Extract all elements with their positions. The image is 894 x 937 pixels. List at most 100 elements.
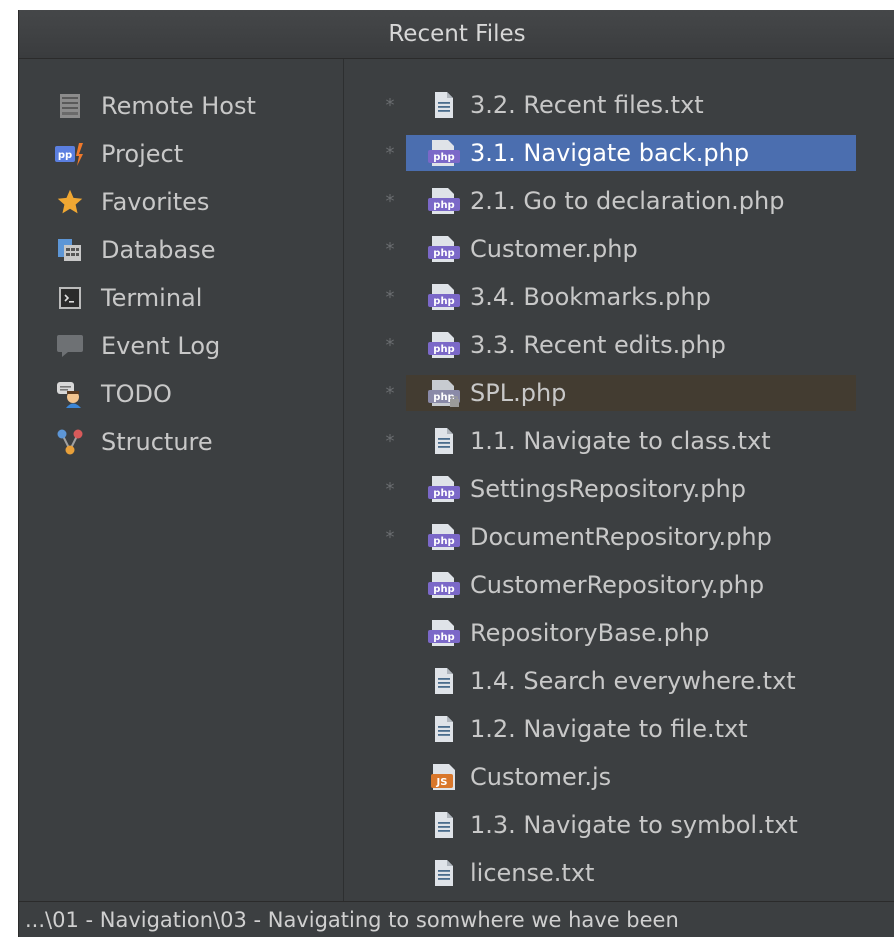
recent-files-list: * * * * * * * * * * 3.2. Recent files.tx… <box>344 59 894 901</box>
php-file-icon: php <box>428 233 460 265</box>
file-name: 1.4. Search everywhere.txt <box>470 667 796 695</box>
file-row[interactable]: php RepositoryBase.php <box>406 615 856 651</box>
php-file-icon: php <box>428 281 460 313</box>
svg-text:php: php <box>433 152 454 163</box>
modified-marker: * <box>385 478 395 500</box>
database-icon <box>55 235 85 265</box>
modified-marker: * <box>385 142 395 164</box>
file-name: license.txt <box>470 859 595 887</box>
text-file-icon <box>428 89 460 121</box>
server-icon <box>55 91 85 121</box>
svg-text:php: php <box>433 296 454 307</box>
popup-title: Recent Files <box>388 21 526 47</box>
tool-window-structure[interactable]: Structure <box>55 423 213 461</box>
tool-window-database[interactable]: Database <box>55 231 216 269</box>
status-path-bar: ...\01 - Navigation\03 - Navigating to s… <box>19 901 894 937</box>
file-name: 1.3. Navigate to symbol.txt <box>470 811 798 839</box>
tool-windows-panel: Remote Host pp Project Favorites Databas… <box>19 59 343 901</box>
php-file-icon: php <box>428 617 460 649</box>
file-name: Customer.js <box>470 763 612 791</box>
file-name: DocumentRepository.php <box>470 523 772 551</box>
text-file-icon <box>428 713 460 745</box>
svg-text:php: php <box>433 488 454 499</box>
file-row[interactable]: php 3.3. Recent edits.php <box>406 327 856 363</box>
php-library-file-icon: php <box>428 377 460 409</box>
file-row-current[interactable]: php SPL.php <box>406 375 856 411</box>
tool-window-label: Terminal <box>101 284 203 312</box>
file-name: RepositoryBase.php <box>470 619 710 647</box>
modified-marker: * <box>385 190 395 212</box>
php-file-icon: php <box>428 137 460 169</box>
javascript-file-icon: JS <box>428 761 460 793</box>
speech-bubble-icon <box>55 331 85 361</box>
text-file-icon <box>428 665 460 697</box>
svg-text:php: php <box>433 632 454 643</box>
svg-text:php: php <box>433 248 454 259</box>
modified-marker: * <box>385 526 395 548</box>
tool-window-label: Project <box>101 140 184 168</box>
file-row[interactable]: 1.1. Navigate to class.txt <box>406 423 856 459</box>
tool-window-terminal[interactable]: Terminal <box>55 279 202 317</box>
tool-window-remote-host[interactable]: Remote Host <box>55 87 256 125</box>
svg-text:pp: pp <box>58 150 72 161</box>
file-name: 3.3. Recent edits.php <box>470 331 726 359</box>
popup-title-bar: Recent Files <box>19 10 894 59</box>
file-name: 3.2. Recent files.txt <box>470 91 704 119</box>
svg-text:php: php <box>433 536 454 547</box>
project-icon: pp <box>55 139 85 169</box>
file-row[interactable]: 3.2. Recent files.txt <box>406 87 856 123</box>
file-name: SettingsRepository.php <box>470 475 746 503</box>
svg-text:php: php <box>433 584 454 595</box>
svg-text:php: php <box>433 344 454 355</box>
modified-marker: * <box>385 430 395 452</box>
text-file-icon <box>428 857 460 889</box>
svg-text:JS: JS <box>436 777 448 788</box>
file-name: 3.4. Bookmarks.php <box>470 283 711 311</box>
file-name: 3.1. Navigate back.php <box>470 139 750 167</box>
php-file-icon: php <box>428 473 460 505</box>
file-row-selected[interactable]: php 3.1. Navigate back.php <box>406 135 856 171</box>
file-name: 1.1. Navigate to class.txt <box>470 427 771 455</box>
file-row[interactable]: 1.2. Navigate to file.txt <box>406 711 856 747</box>
tool-window-label: Structure <box>101 428 213 456</box>
file-row[interactable]: php CustomerRepository.php <box>406 567 856 603</box>
file-row[interactable]: 1.4. Search everywhere.txt <box>406 663 856 699</box>
file-row[interactable]: php 3.4. Bookmarks.php <box>406 279 856 315</box>
tool-window-label: Favorites <box>101 188 210 216</box>
terminal-icon <box>55 283 85 313</box>
tool-window-favorites[interactable]: Favorites <box>55 183 209 221</box>
file-row[interactable]: JS Customer.js <box>406 759 856 795</box>
file-row[interactable]: php DocumentRepository.php <box>406 519 856 555</box>
modified-marker: * <box>385 286 395 308</box>
file-name: CustomerRepository.php <box>470 571 765 599</box>
php-file-icon: php <box>428 329 460 361</box>
tool-window-todo[interactable]: TODO <box>55 375 172 413</box>
modified-marker: * <box>385 382 395 404</box>
tool-window-label: TODO <box>101 380 172 408</box>
file-row[interactable]: license.txt <box>406 855 856 891</box>
tool-window-event-log[interactable]: Event Log <box>55 327 220 365</box>
file-row[interactable]: php SettingsRepository.php <box>406 471 856 507</box>
file-name: Customer.php <box>470 235 638 263</box>
file-row[interactable]: php 2.1. Go to declaration.php <box>406 183 856 219</box>
svg-text:php: php <box>433 200 454 211</box>
php-file-icon: php <box>428 569 460 601</box>
tool-window-label: Database <box>101 236 216 264</box>
tool-window-project[interactable]: pp Project <box>55 135 183 173</box>
php-file-icon: php <box>428 521 460 553</box>
modified-marker: * <box>385 238 395 260</box>
tool-window-label: Event Log <box>101 332 221 360</box>
status-path: ...\01 - Navigation\03 - Navigating to s… <box>25 907 679 932</box>
file-name: SPL.php <box>470 379 567 407</box>
file-name: 1.2. Navigate to file.txt <box>470 715 748 743</box>
modified-marker: * <box>385 94 395 116</box>
file-name: 2.1. Go to declaration.php <box>470 187 785 215</box>
todo-icon <box>55 379 85 409</box>
tool-window-label: Remote Host <box>101 92 256 120</box>
text-file-icon <box>428 809 460 841</box>
star-icon <box>55 187 85 217</box>
text-file-icon <box>428 425 460 457</box>
file-row[interactable]: 1.3. Navigate to symbol.txt <box>406 807 856 843</box>
file-row[interactable]: php Customer.php <box>406 231 856 267</box>
php-file-icon: php <box>428 185 460 217</box>
